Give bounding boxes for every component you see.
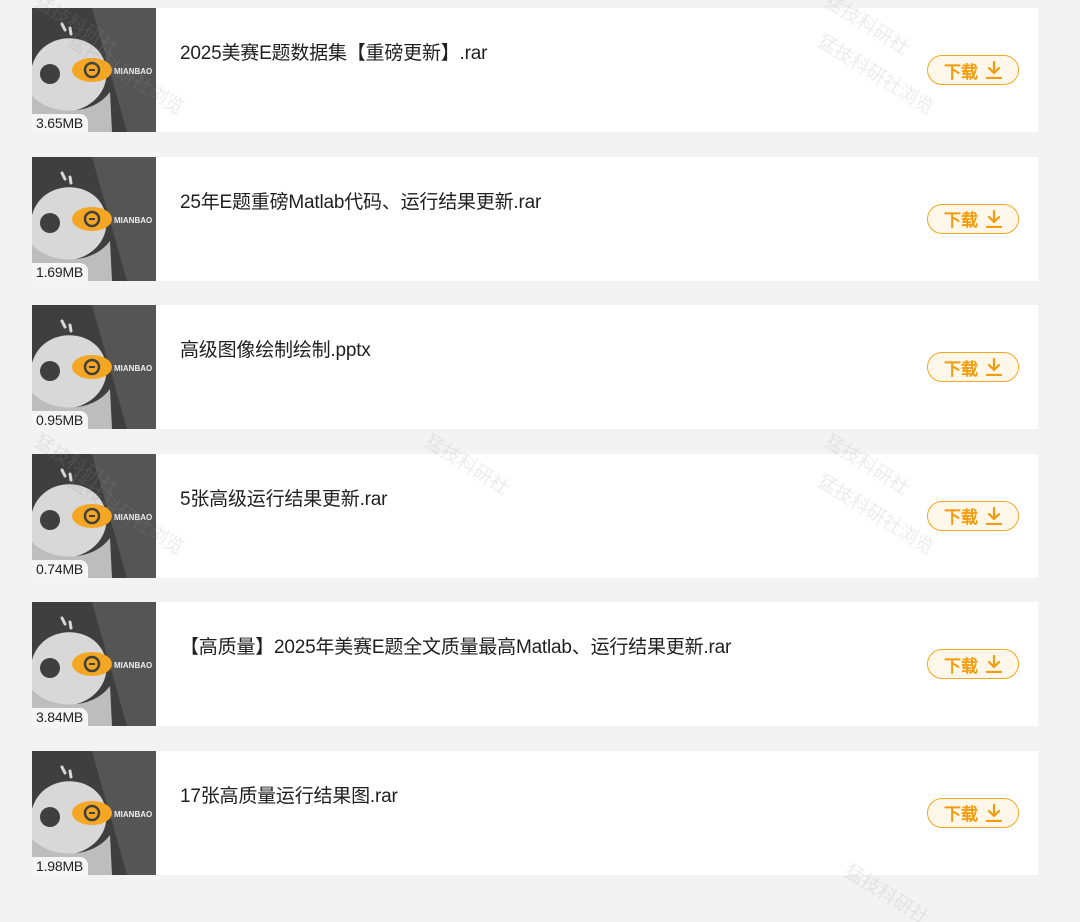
file-size: 0.74MB bbox=[32, 559, 89, 578]
download-icon bbox=[986, 803, 1002, 822]
svg-text:MIANBAO: MIANBAO bbox=[114, 216, 152, 225]
file-thumbnail: MIANBAO 0.74MB bbox=[32, 453, 156, 578]
download-button[interactable]: 下载 bbox=[927, 352, 1019, 382]
file-thumbnail: MIANBAO 3.84MB bbox=[32, 602, 156, 726]
file-download-page: MIANBAO 3.65MB 2025美赛E题数据集【重磅更新】.rar 下载 bbox=[0, 0, 1080, 922]
download-button[interactable]: 下载 bbox=[927, 797, 1019, 828]
mianbao-logo-icon: MIANBAO bbox=[32, 750, 156, 875]
file-size: 1.69MB bbox=[32, 262, 89, 281]
download-icon bbox=[986, 358, 1002, 376]
file-name[interactable]: 高级图像绘制绘制.pptx bbox=[180, 335, 908, 362]
svg-text:MIANBAO: MIANBAO bbox=[114, 67, 152, 76]
file-row[interactable]: MIANBAO 1.69MB 25年E题重磅Matlab代码、运行结果更新.ra… bbox=[32, 156, 1038, 281]
svg-text:MIANBAO: MIANBAO bbox=[114, 513, 152, 522]
file-thumbnail: MIANBAO 0.95MB bbox=[32, 305, 156, 429]
file-size: 3.65MB bbox=[32, 114, 89, 132]
download-label: 下载 bbox=[944, 508, 978, 527]
file-list: MIANBAO 3.65MB 2025美赛E题数据集【重磅更新】.rar 下载 bbox=[32, 8, 1038, 899]
download-button[interactable]: 下载 bbox=[927, 203, 1019, 234]
file-name[interactable]: 17张高质量运行结果图.rar bbox=[180, 781, 908, 808]
download-icon bbox=[986, 655, 1002, 673]
download-label: 下载 bbox=[944, 359, 978, 379]
download-button[interactable]: 下载 bbox=[927, 500, 1019, 531]
mianbao-logo-icon: MIANBAO bbox=[32, 453, 156, 578]
download-label: 下载 bbox=[944, 805, 978, 824]
download-button[interactable]: 下载 bbox=[927, 55, 1019, 85]
file-name[interactable]: 2025美赛E题数据集【重磅更新】.rar bbox=[180, 38, 908, 65]
file-row[interactable]: MIANBAO 0.95MB 高级图像绘制绘制.pptx 下载 bbox=[32, 305, 1038, 429]
download-icon bbox=[986, 506, 1002, 525]
file-row[interactable]: MIANBAO 3.84MB 【高质量】2025年美赛E题全文质量最高Matla… bbox=[32, 602, 1038, 726]
mianbao-logo-icon: MIANBAO bbox=[32, 156, 156, 281]
download-label: 下载 bbox=[944, 62, 978, 82]
download-label: 下载 bbox=[944, 211, 978, 230]
download-button[interactable]: 下载 bbox=[927, 649, 1019, 679]
file-thumbnail: MIANBAO 3.65MB bbox=[32, 8, 156, 132]
svg-text:MIANBAO: MIANBAO bbox=[114, 810, 152, 819]
file-thumbnail: MIANBAO 1.98MB bbox=[32, 750, 156, 875]
file-size: 3.84MB bbox=[32, 708, 89, 726]
download-icon bbox=[986, 209, 1002, 228]
file-size: 0.95MB bbox=[32, 411, 89, 429]
file-name[interactable]: 【高质量】2025年美赛E题全文质量最高Matlab、运行结果更新.rar bbox=[180, 632, 908, 659]
file-thumbnail: MIANBAO 1.69MB bbox=[32, 156, 156, 281]
file-name[interactable]: 5张高级运行结果更新.rar bbox=[180, 484, 908, 511]
file-row[interactable]: MIANBAO 1.98MB 17张高质量运行结果图.rar 下载 bbox=[32, 750, 1038, 875]
svg-text:MIANBAO: MIANBAO bbox=[114, 661, 152, 670]
file-row[interactable]: MIANBAO 3.65MB 2025美赛E题数据集【重磅更新】.rar 下载 bbox=[32, 8, 1038, 132]
file-row[interactable]: MIANBAO 0.74MB 5张高级运行结果更新.rar 下载 bbox=[32, 453, 1038, 578]
download-icon bbox=[986, 61, 1002, 79]
svg-text:MIANBAO: MIANBAO bbox=[114, 364, 152, 373]
download-label: 下载 bbox=[944, 656, 978, 676]
file-name[interactable]: 25年E题重磅Matlab代码、运行结果更新.rar bbox=[180, 187, 908, 214]
file-size: 1.98MB bbox=[32, 856, 89, 875]
